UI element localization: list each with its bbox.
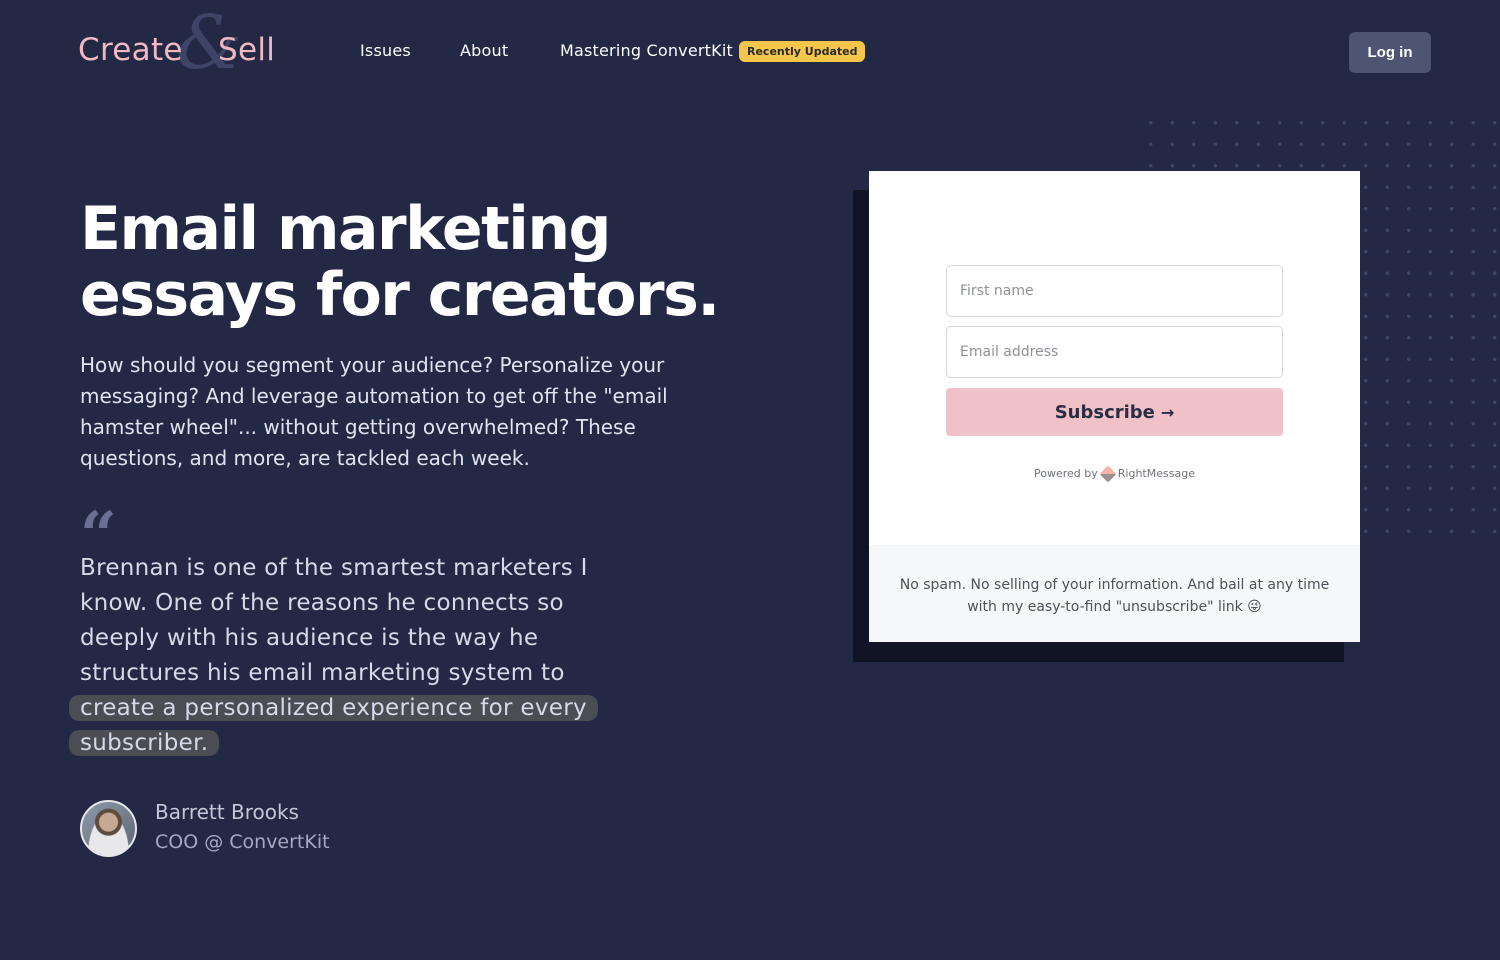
nav-link-about[interactable]: About	[460, 41, 508, 60]
first-name-field[interactable]	[946, 265, 1283, 317]
powered-by-brand: RightMessage	[1117, 467, 1195, 480]
author-role: COO @ ConvertKit	[155, 831, 330, 853]
site-logo[interactable]: & Create Sell	[78, 6, 288, 86]
testimonial-quote: Brennan is one of the smartest marketers…	[69, 551, 620, 761]
subscribe-button[interactable]: Subscribe →	[946, 388, 1283, 436]
author-name: Barrett Brooks	[155, 800, 299, 824]
rightmessage-icon	[1099, 465, 1117, 482]
privacy-note: No spam. No selling of your information.…	[899, 577, 1330, 615]
hero-description: How should you segment your audience? Pe…	[80, 353, 668, 470]
logo-text-create: Create	[78, 32, 183, 68]
hero-title-line-1: Email marketing	[80, 194, 612, 264]
login-button[interactable]: Log in	[1349, 32, 1431, 73]
nav-link-mastering-convertkit[interactable]: Mastering ConvertKit	[560, 41, 733, 60]
powered-by-label: Powered by	[1034, 467, 1098, 480]
author-avatar	[80, 800, 137, 857]
arrow-right-icon: →	[1160, 402, 1175, 422]
logo-text-sell: Sell	[218, 32, 276, 68]
signup-card-footer: No spam. No selling of your information.…	[869, 545, 1360, 642]
hero-title-line-2: essays for creators.	[80, 260, 720, 330]
subscribe-button-label: Subscribe	[1054, 401, 1155, 423]
signup-card: Subscribe → Powered by RightMessage No s…	[869, 171, 1360, 642]
hero-title: Email marketing essays for creators.	[80, 196, 780, 328]
email-field[interactable]	[946, 326, 1283, 378]
nav-link-issues[interactable]: Issues	[360, 41, 411, 60]
recently-updated-badge: Recently Updated	[739, 41, 866, 62]
testimonial-quote-text: Brennan is one of the smartest marketers…	[80, 555, 588, 686]
powered-by[interactable]: Powered by RightMessage	[869, 465, 1360, 482]
testimonial-quote-highlight: create a personalized experience for eve…	[69, 695, 598, 756]
